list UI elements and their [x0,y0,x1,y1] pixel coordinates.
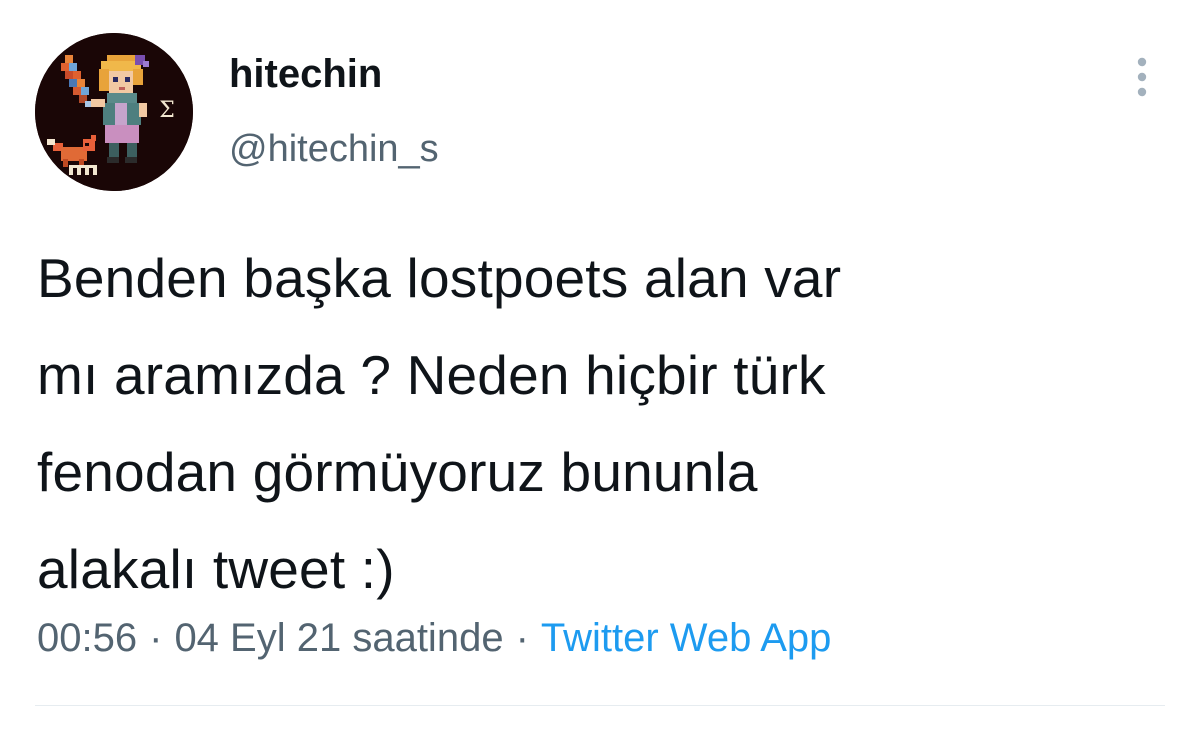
display-name[interactable]: hitechin [229,50,382,98]
more-vertical-icon [1137,57,1147,97]
separator: · [515,616,529,660]
more-options-button[interactable] [1120,52,1164,102]
avatar-pixel-art: Σ [35,33,193,191]
svg-text:Σ: Σ [159,98,175,123]
tweet-text-line: mı aramızda ? Neden hiçbir türk [37,344,826,406]
tweet-text: Benden başka lostpoets alan var mı aramı… [37,230,1157,618]
divider [35,705,1165,706]
tweet-text-line: fenodan görmüyoruz bununla [37,441,758,503]
tweet-date[interactable]: 04 Eyl 21 saatinde [174,616,503,660]
separator: · [149,616,163,660]
tweet-text-line: Benden başka lostpoets alan var [37,247,842,309]
tweet-source-link[interactable]: Twitter Web App [541,616,832,660]
user-handle[interactable]: @hitechin_s [229,126,439,172]
avatar[interactable]: Σ [35,33,193,191]
tweet-text-line: alakalı tweet :) [37,538,395,600]
tweet: Σ hitechin @hitechin_s Benden başka lost… [0,0,1200,748]
tweet-time[interactable]: 00:56 [37,616,137,660]
tweet-metadata: 00:56 · 04 Eyl 21 saatinde · Twitter Web App [37,612,831,664]
